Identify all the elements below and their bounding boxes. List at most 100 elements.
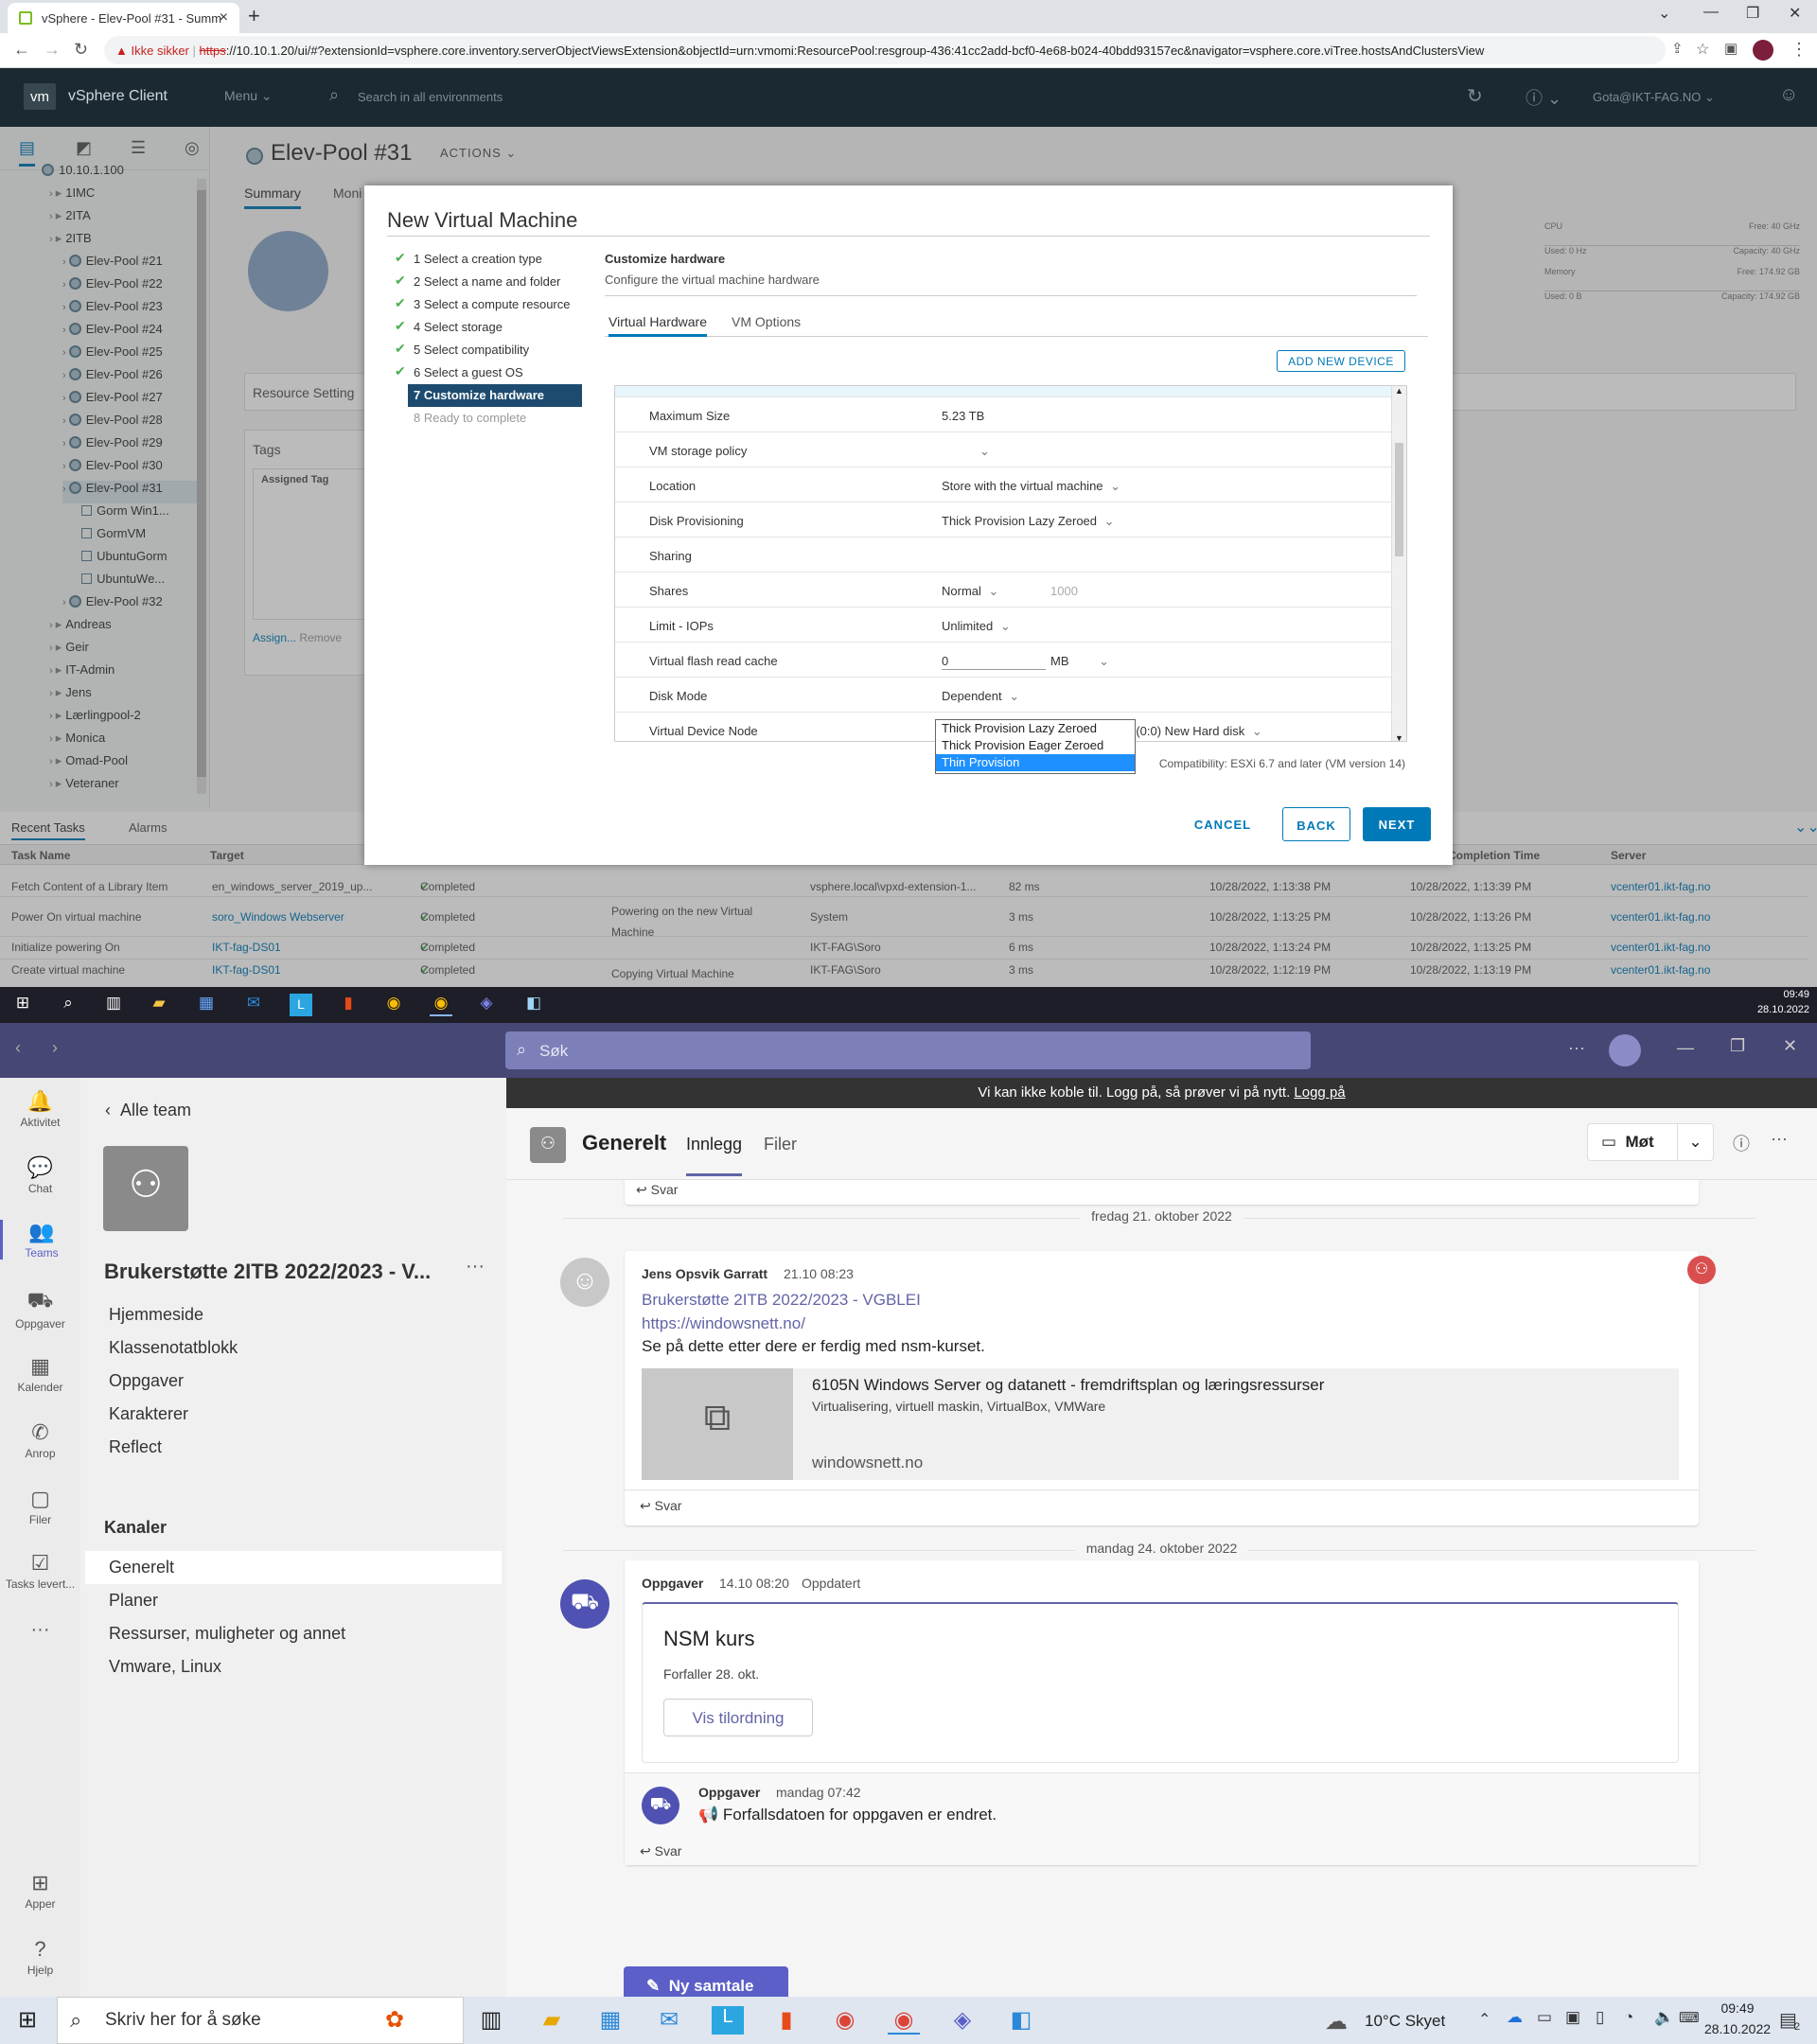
tab-search-icon[interactable]: ⌄ — [1658, 4, 1670, 23]
channel-item[interactable]: Vmware, Linux — [85, 1650, 502, 1683]
clock-date[interactable]: 28.10.2022 — [1703, 2021, 1772, 2036]
ime-icon[interactable]: ⌨ — [1679, 2009, 1700, 2026]
restore-icon[interactable]: ❐ — [1746, 4, 1759, 23]
browser-tab[interactable]: vSphere - Elev-Pool #31 - Summ × — [8, 3, 239, 33]
menu-button[interactable]: Menu ⌄ — [224, 88, 273, 104]
more-options-icon[interactable]: ··· — [1568, 1038, 1585, 1058]
team-link[interactable]: Klassenotatblokk — [109, 1338, 238, 1358]
volume-icon[interactable]: 🔈 — [1654, 2008, 1674, 2027]
reload-icon[interactable]: ↻ — [74, 40, 88, 60]
channel-item[interactable]: Ressurser, muligheter og annet — [85, 1617, 502, 1650]
back-button[interactable]: BACK — [1282, 807, 1350, 841]
file-explorer-icon[interactable]: ▰ — [148, 994, 170, 1016]
wizard-step[interactable]: 7 Customize hardware — [408, 384, 582, 407]
user-avatar[interactable] — [1609, 1034, 1641, 1066]
browser-menu-icon[interactable]: ⋮ — [1791, 40, 1808, 60]
hardware-row-value[interactable]: ⌄ — [942, 444, 990, 459]
office-icon[interactable]: ▮ — [770, 2006, 803, 2035]
rail-item-tasks[interactable]: ☑ Tasks levert... — [0, 1551, 80, 1591]
option-eager-zeroed[interactable]: Thick Provision Eager Zeroed — [936, 737, 1135, 754]
hardware-row-value-2[interactable]: 1000 — [1050, 584, 1078, 598]
forward-arrow-icon[interactable]: → — [44, 40, 61, 60]
link-preview-card[interactable]: ⧉ 6105N Windows Server og datanett - fre… — [642, 1368, 1679, 1480]
all-teams-link[interactable]: ‹ Alle team — [105, 1101, 191, 1120]
team-link[interactable]: Karakterer — [109, 1404, 188, 1424]
close-tab-icon[interactable]: × — [220, 9, 228, 26]
hardware-row-value-2[interactable]: MB ⌄ — [1050, 654, 1109, 669]
mail-icon[interactable]: ✉ — [242, 994, 265, 1016]
post-url-link[interactable]: https://windowsnett.no/ — [642, 1314, 805, 1333]
weather-text[interactable]: 10°C Skyet — [1365, 2012, 1445, 2031]
windows-start-icon[interactable]: ⊞ — [11, 994, 34, 1016]
rail-item-activity[interactable]: 🔔 Aktivitet — [0, 1089, 80, 1129]
chrome-icon[interactable]: ◉ — [829, 2006, 861, 2035]
hardware-row-value[interactable]: Normal ⌄ — [942, 584, 998, 599]
wizard-step[interactable]: ✔ 3 Select a compute resource — [393, 293, 582, 316]
url-field[interactable]: ▲ Ikke sikker | https://10.10.1.20/ui/#?… — [104, 36, 1666, 64]
cancel-button[interactable]: CANCEL — [1190, 807, 1256, 841]
hardware-row-value[interactable]: Store with the virtual machine ⌄ — [942, 479, 1120, 494]
chrome-icon[interactable]: ◉ — [382, 994, 405, 1016]
team-link[interactable]: Oppgaver — [109, 1371, 184, 1391]
tasks-app-avatar[interactable]: ⛟ — [560, 1579, 609, 1629]
tray-chevron-icon[interactable]: ⌃ — [1478, 2010, 1491, 2029]
teams-search-input[interactable]: Søk — [505, 1031, 1311, 1069]
search-icon[interactable]: ⌕ — [57, 994, 79, 1016]
close-window-icon[interactable]: ✕ — [1789, 4, 1801, 23]
remote-desktop-icon[interactable]: ◧ — [522, 994, 545, 1016]
clock-time[interactable]: 09:49 — [1758, 989, 1809, 1000]
maximize-icon[interactable]: ❐ — [1730, 1036, 1745, 1056]
wizard-step[interactable]: ✔ 5 Select compatibility — [393, 339, 582, 361]
team-link[interactable]: Reflect — [109, 1437, 162, 1457]
task-view-icon[interactable]: ▥ — [102, 994, 125, 1016]
back-chevron-icon[interactable]: ‹ — [15, 1038, 21, 1058]
search-highlight-icon[interactable]: ✿ — [379, 2006, 411, 2035]
battery-icon[interactable]: ▯ — [1596, 2008, 1604, 2027]
login-link[interactable]: Logg på — [1294, 1084, 1345, 1101]
author-avatar[interactable]: ☺ — [560, 1258, 609, 1307]
global-search-input[interactable]: Search in all environments — [358, 90, 503, 104]
user-menu[interactable]: Gota@IKT-FAG.NO ⌄ — [1593, 90, 1715, 105]
channel-info-icon[interactable]: ⓘ — [1733, 1131, 1750, 1155]
minimize-icon[interactable]: — — [1703, 4, 1719, 21]
minimize-icon[interactable]: — — [1677, 1038, 1694, 1058]
scroll-down-icon[interactable]: ▼ — [1395, 733, 1403, 741]
teams-icon[interactable]: ◈ — [475, 994, 498, 1016]
team-more-icon[interactable]: ··· — [466, 1256, 485, 1278]
profile-avatar[interactable] — [1753, 40, 1773, 61]
mail-icon[interactable]: ✉ — [653, 2006, 685, 2035]
reply-avatar[interactable]: ⛟ — [642, 1787, 679, 1824]
reply-author[interactable]: Oppgaver — [698, 1785, 760, 1800]
reply-button[interactable]: ↩ Svar — [640, 1843, 681, 1859]
next-button[interactable]: NEXT — [1363, 807, 1431, 841]
rail-item-help[interactable]: ? Hjelp — [0, 1937, 80, 1977]
back-arrow-icon[interactable]: ← — [13, 40, 30, 60]
reaction-icon[interactable]: ⚇ — [1687, 1256, 1716, 1284]
rail-item-chat[interactable]: 💬 Chat — [0, 1155, 80, 1195]
hardware-row-value[interactable]: Dependent ⌄ — [942, 689, 1019, 704]
launcher-l-icon[interactable]: L — [290, 994, 312, 1016]
file-explorer-icon[interactable]: ▰ — [536, 2006, 568, 2035]
office-icon[interactable]: ▮ — [337, 994, 360, 1016]
team-link[interactable]: Hjemmeside — [109, 1305, 203, 1325]
hardware-row-value[interactable]: 5.23 TB — [942, 409, 984, 423]
launcher-l-icon[interactable]: L — [712, 2006, 744, 2035]
display-icon[interactable]: ▣ — [1565, 2008, 1580, 2027]
meet-dropdown-icon[interactable]: ⌄ — [1677, 1124, 1713, 1160]
wizard-step[interactable]: ✔ 1 Select a creation type — [393, 248, 582, 271]
refresh-icon[interactable]: ↻ — [1467, 84, 1483, 108]
scroll-up-icon[interactable]: ▲ — [1395, 386, 1403, 396]
channel-item[interactable]: Generelt — [85, 1551, 502, 1584]
feedback-smiley-icon[interactable]: ☺ — [1779, 84, 1798, 106]
task-view-icon[interactable]: ▥ — [475, 2006, 507, 2035]
wizard-step[interactable]: ✔ 6 Select a guest OS — [393, 361, 582, 384]
onedrive-icon[interactable]: ☁ — [1507, 2008, 1523, 2027]
side-panel-icon[interactable]: ▣ — [1724, 40, 1738, 57]
hardware-scrollbar[interactable]: ▲ ▼ — [1391, 386, 1406, 741]
add-new-device-button[interactable]: ADD NEW DEVICE — [1277, 350, 1405, 372]
tab-files[interactable]: Filer — [764, 1135, 797, 1154]
share-icon[interactable]: ⇪ — [1671, 40, 1684, 57]
reply-button[interactable]: ↩ Svar — [640, 1498, 681, 1514]
new-tab-icon[interactable]: + — [248, 4, 260, 28]
chrome-active-icon[interactable]: ◉ — [888, 2006, 920, 2035]
